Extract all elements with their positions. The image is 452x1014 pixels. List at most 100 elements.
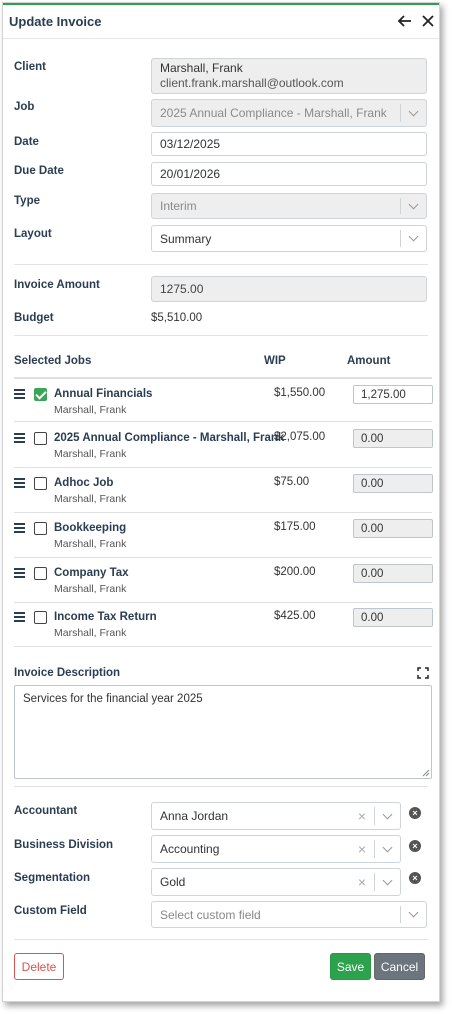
update-invoice-panel: Update Invoice Client Marshall, Frank cl… xyxy=(2,2,440,1002)
job-checkbox[interactable] xyxy=(34,432,47,445)
invoice-description-textarea[interactable]: Services for the financial year 2025 xyxy=(14,685,432,779)
accountant-chevron-down-icon[interactable] xyxy=(374,807,400,825)
drag-handle-icon[interactable] xyxy=(14,612,25,622)
client-label: Client xyxy=(14,61,46,73)
segmentation-select[interactable]: Gold × xyxy=(151,868,401,896)
custom-chevron-down-icon[interactable] xyxy=(400,906,426,923)
accountant-label: Accountant xyxy=(14,805,78,817)
job-checkbox[interactable] xyxy=(34,388,47,401)
job-client: Marshall, Frank xyxy=(54,627,127,639)
job-select: 2025 Annual Compliance - Marshall, Frank xyxy=(151,99,427,127)
type-select: Interim xyxy=(151,193,427,219)
job-amount-input: 0.00 xyxy=(353,519,433,538)
clear-icon[interactable]: × xyxy=(358,808,366,824)
job-wip: $425.00 xyxy=(274,610,316,622)
job-checkbox[interactable] xyxy=(34,477,47,490)
job-amount-input[interactable]: 1,275.00 xyxy=(353,385,433,404)
client-field: Marshall, Frank client.frank.marshall@ou… xyxy=(151,58,427,94)
clear-icon[interactable]: × xyxy=(358,874,366,890)
delete-button[interactable]: Delete xyxy=(14,953,64,980)
drag-handle-icon[interactable] xyxy=(14,433,25,443)
due-date-label: Due Date xyxy=(14,165,64,177)
amount-header: Amount xyxy=(347,355,391,367)
job-chevron-down-icon xyxy=(400,104,426,122)
drag-handle-icon[interactable] xyxy=(14,568,25,578)
job-wip: $2,075.00 xyxy=(274,431,326,443)
layout-value: Summary xyxy=(160,231,212,246)
job-row: 2025 Annual Compliance - Marshall, Frank… xyxy=(14,423,433,468)
job-row: Company Tax Marshall, Frank $200.00 0.00 xyxy=(14,558,433,603)
job-checkbox[interactable] xyxy=(34,567,47,580)
save-button[interactable]: Save xyxy=(330,953,371,980)
wip-header: WIP xyxy=(264,355,286,367)
clear-icon[interactable]: × xyxy=(358,841,366,857)
budget-label: Budget xyxy=(14,312,54,324)
close-icon[interactable] xyxy=(418,11,438,31)
client-email: client.frank.marshall@outlook.com xyxy=(160,76,344,90)
due-date-value: 20/01/2026 xyxy=(160,167,221,181)
date-input[interactable]: 03/12/2025 xyxy=(151,132,427,156)
due-date-input[interactable]: 20/01/2026 xyxy=(151,162,427,186)
invoice-description-text: Services for the financial year 2025 xyxy=(23,693,203,705)
invoice-amount-label: Invoice Amount xyxy=(14,279,100,291)
job-row: Bookkeeping Marshall, Frank $175.00 0.00 xyxy=(14,513,433,558)
back-arrow-icon[interactable] xyxy=(395,11,415,31)
job-wip: $75.00 xyxy=(274,476,310,488)
invoice-amount-value: 1275.00 xyxy=(160,282,204,296)
job-client: Marshall, Frank xyxy=(54,493,127,505)
expand-icon[interactable] xyxy=(417,667,429,679)
business-division-select[interactable]: Accounting × xyxy=(151,835,401,863)
drag-handle-icon[interactable] xyxy=(14,389,25,399)
type-value: Interim xyxy=(160,199,197,213)
remove-division-icon[interactable]: × xyxy=(409,840,421,852)
job-checkbox[interactable] xyxy=(34,522,47,535)
division-chevron-down-icon[interactable] xyxy=(374,840,400,858)
divider xyxy=(14,264,428,265)
drag-handle-icon[interactable] xyxy=(14,478,25,488)
custom-field-placeholder: Select custom field xyxy=(160,907,261,922)
invoice-description-label: Invoice Description xyxy=(14,667,121,679)
layout-chevron-down-icon[interactable] xyxy=(400,230,426,247)
cancel-button[interactable]: Cancel xyxy=(374,953,425,980)
job-name: Company Tax xyxy=(54,567,129,579)
job-row: Adhoc Job Marshall, Frank $75.00 0.00 xyxy=(14,468,433,513)
segmentation-chevron-down-icon[interactable] xyxy=(374,873,400,891)
job-wip: $175.00 xyxy=(274,521,316,533)
job-name: Adhoc Job xyxy=(54,477,114,489)
job-client: Marshall, Frank xyxy=(54,538,127,550)
job-wip: $200.00 xyxy=(274,566,316,578)
accountant-value: Anna Jordan xyxy=(160,809,229,823)
job-amount-input: 0.00 xyxy=(353,474,433,493)
divider xyxy=(14,335,428,336)
drag-handle-icon[interactable] xyxy=(14,523,25,533)
job-name: Bookkeeping xyxy=(54,522,127,534)
job-checkbox[interactable] xyxy=(34,611,47,624)
selected-jobs-header: Selected Jobs xyxy=(14,355,92,367)
invoice-amount-field: 1275.00 xyxy=(151,276,427,302)
job-wip: $1,550.00 xyxy=(274,387,326,399)
job-client: Marshall, Frank xyxy=(54,404,127,416)
resize-handle-icon[interactable] xyxy=(422,769,430,777)
job-row: Annual Financials Marshall, Frank $1,550… xyxy=(14,377,433,422)
job-name: Income Tax Return xyxy=(54,611,157,623)
custom-field-label: Custom Field xyxy=(14,905,87,917)
business-division-label: Business Division xyxy=(14,839,114,851)
remove-accountant-icon[interactable]: × xyxy=(409,807,421,819)
job-amount-input: 0.00 xyxy=(353,564,433,583)
date-label: Date xyxy=(14,136,39,148)
client-name: Marshall, Frank xyxy=(160,61,243,75)
layout-label: Layout xyxy=(14,228,52,240)
job-amount-input: 0.00 xyxy=(353,429,433,448)
panel-header: Update Invoice xyxy=(3,5,439,39)
remove-segmentation-icon[interactable]: × xyxy=(409,872,421,884)
accountant-select[interactable]: Anna Jordan × xyxy=(151,802,401,830)
segmentation-label: Segmentation xyxy=(14,872,91,884)
custom-field-select[interactable]: Select custom field xyxy=(151,901,427,928)
job-row: Income Tax Return Marshall, Frank $425.0… xyxy=(14,602,433,647)
job-value: 2025 Annual Compliance - Marshall, Frank xyxy=(160,106,387,120)
segmentation-value: Gold xyxy=(160,875,186,889)
business-division-value: Accounting xyxy=(160,842,220,856)
layout-select[interactable]: Summary xyxy=(151,225,427,252)
job-name: 2025 Annual Compliance - Marshall, Frank xyxy=(54,432,285,444)
job-name: Annual Financials xyxy=(54,388,153,400)
